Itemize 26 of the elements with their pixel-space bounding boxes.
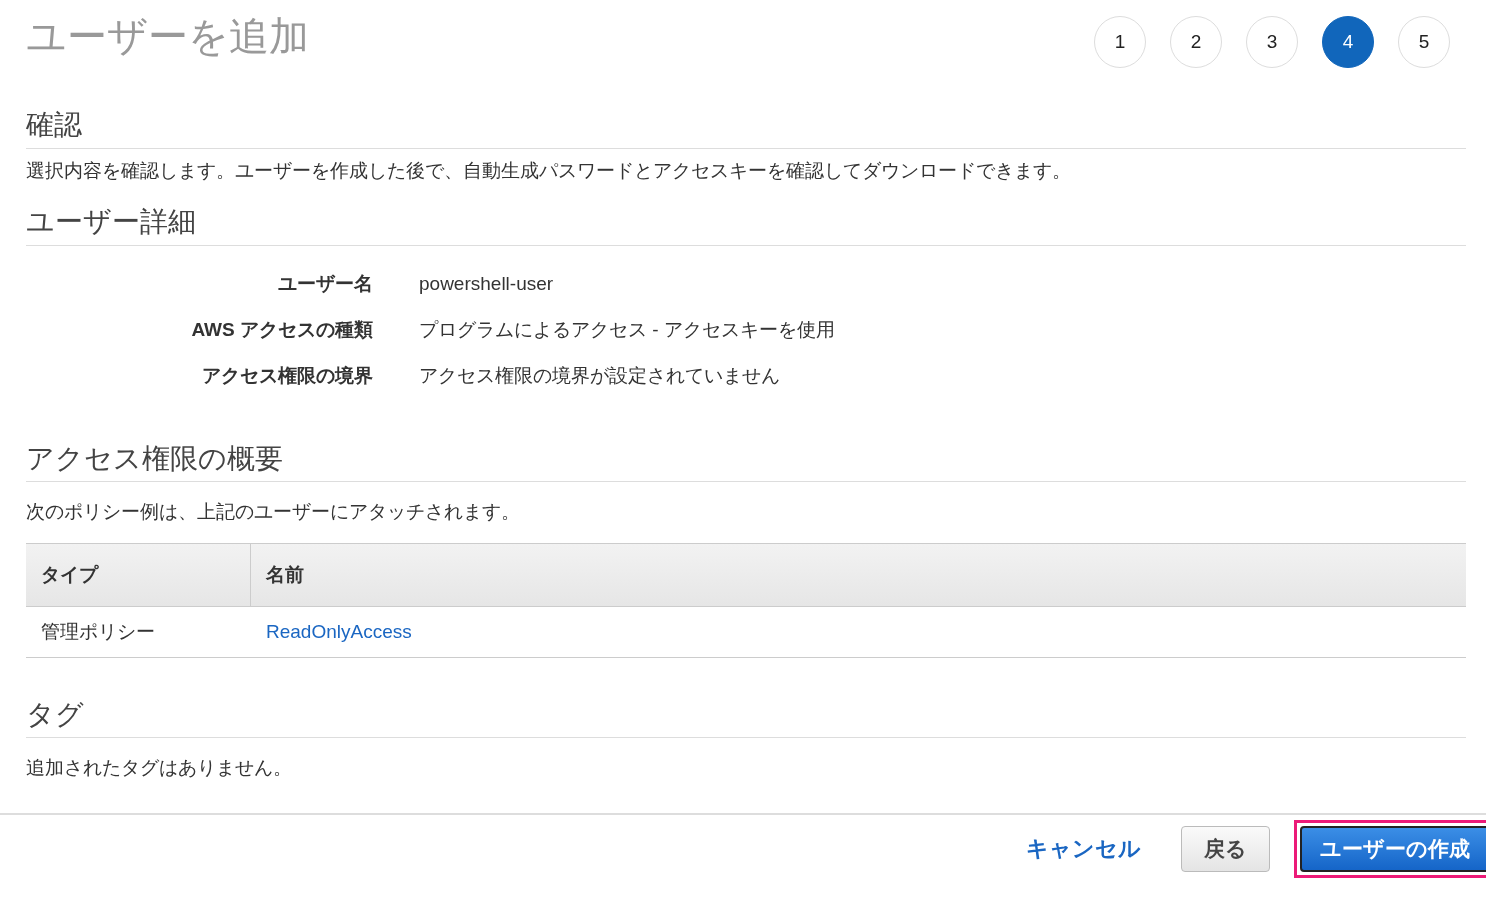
section-heading: アクセス権限の概要: [26, 441, 1466, 483]
step-indicator: 3: [1246, 16, 1298, 68]
field-label: アクセス権限の境界: [201, 364, 373, 389]
back-button[interactable]: 戻る: [1181, 826, 1270, 872]
section-heading: タグ: [26, 697, 1466, 739]
section-heading: 確認: [26, 108, 1466, 149]
field-value: プログラムによるアクセス - アクセスキーを使用: [419, 318, 835, 343]
column-header: タイプ: [26, 543, 251, 606]
field-label: AWS アクセスの種類: [190, 318, 373, 343]
field-label: ユーザー名: [277, 272, 373, 297]
column-header: 名前: [265, 562, 305, 587]
field-value: アクセス権限の境界が設定されていません: [419, 364, 780, 389]
table-cell-text: 管理ポリシー: [40, 619, 156, 644]
step-indicator: 4: [1322, 16, 1374, 68]
create-user-button[interactable]: ユーザーの作成: [1300, 826, 1486, 872]
field-value: powershell-user: [419, 272, 554, 297]
step-indicator: 1: [1094, 16, 1146, 68]
description-text: 選択内容を確認します。ユーザーを作成した後で、自動生成パスワードとアクセスキーを確認してダウンロードできます。: [26, 158, 1072, 183]
section-heading: ユーザー詳細: [26, 205, 1466, 246]
page-title: ユーザーを追加: [26, 13, 309, 60]
step-indicator: 2: [1170, 16, 1222, 68]
cancel-button[interactable]: キャンセル: [1026, 832, 1141, 866]
description-text: 次のポリシー例は、上記のユーザーにアタッチされます。: [26, 500, 521, 525]
description-text: 追加されたタグはありません。: [26, 756, 293, 781]
policy-link[interactable]: ReadOnlyAccess: [266, 617, 412, 647]
step-indicator: 5: [1398, 16, 1450, 68]
